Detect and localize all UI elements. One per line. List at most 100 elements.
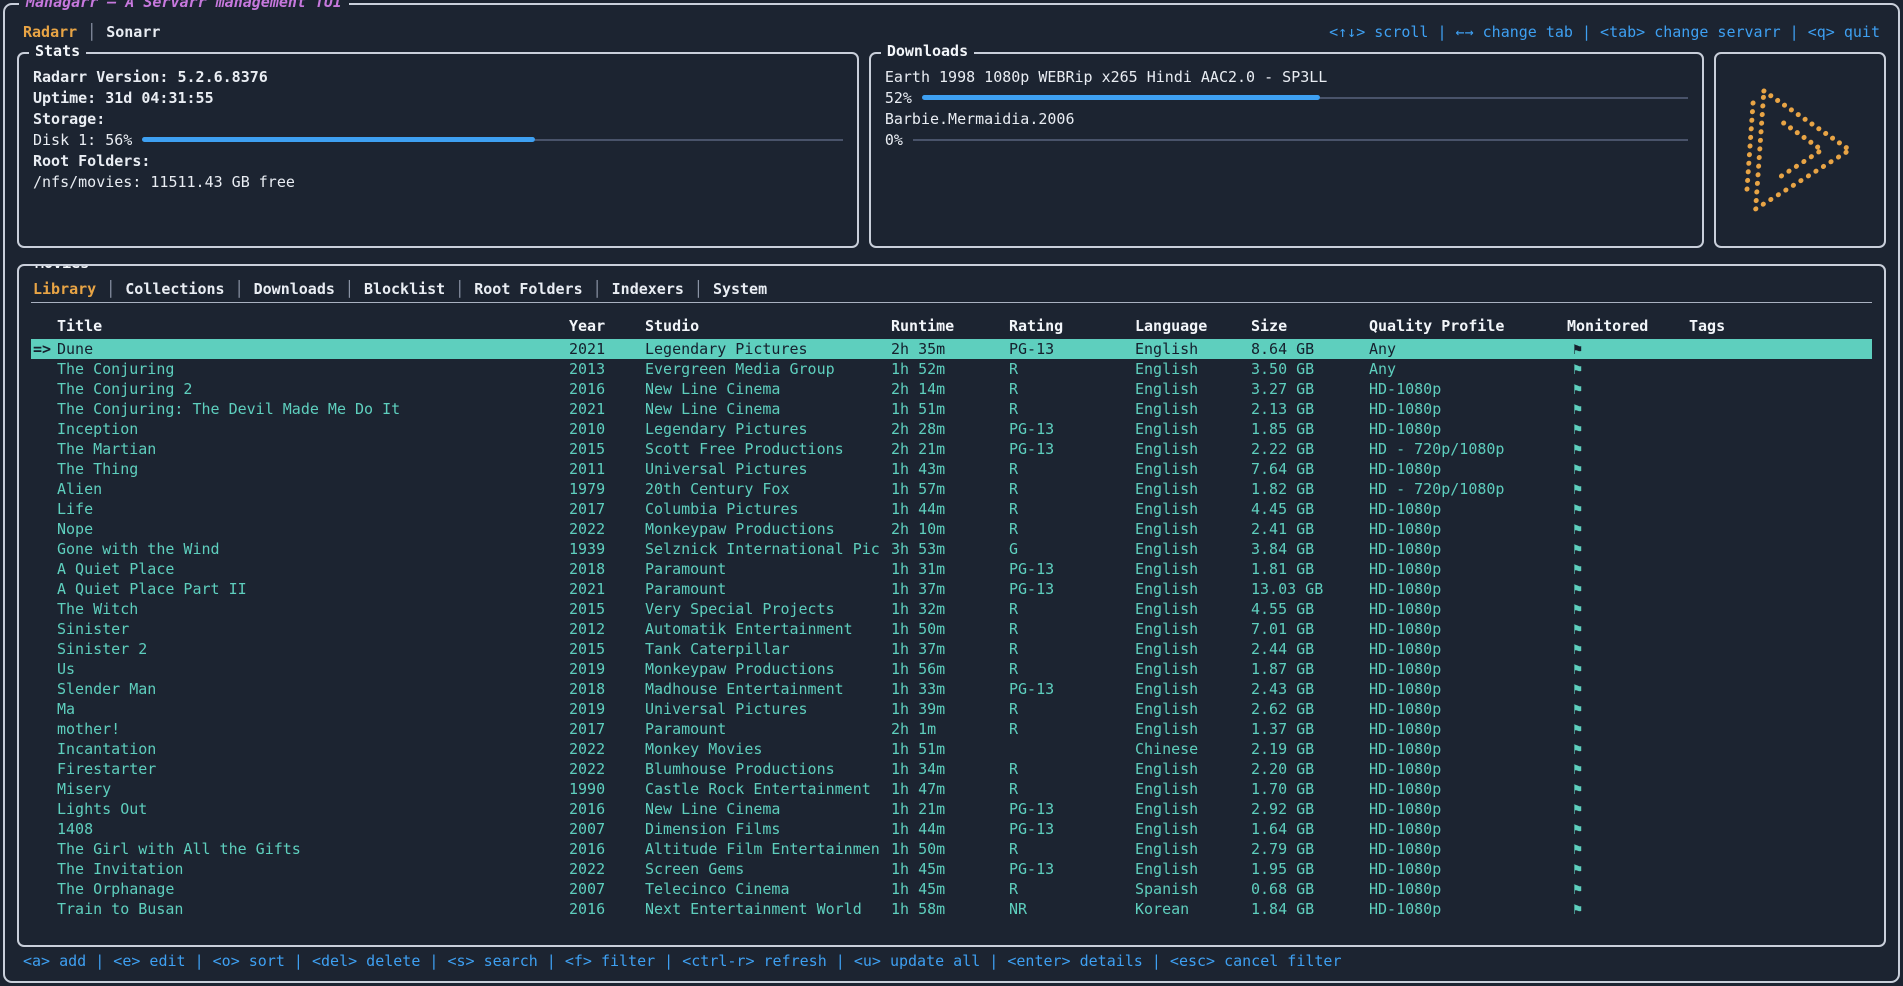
movie-row[interactable]: Lights Out 2016 New Line Cinema 1h 21m P…	[31, 799, 1872, 819]
top-panels: Stats Radarr Version: 5.2.6.8376 Uptime:…	[17, 52, 1886, 248]
movie-size: 2.43 GB	[1251, 680, 1369, 698]
download-progress-gauge	[913, 137, 1688, 142]
movie-language: English	[1135, 360, 1251, 378]
movie-row[interactable]: The Orphanage 2007 Telecinco Cinema 1h 4…	[31, 879, 1872, 899]
movie-runtime: 1h 45m	[891, 880, 1009, 898]
movie-quality-profile: HD - 720p/1080p	[1369, 440, 1567, 458]
movie-studio: Monkeypaw Productions	[645, 520, 891, 538]
movie-row[interactable]: The Girl with All the Gifts 2016 Altitud…	[31, 839, 1872, 859]
column-header-quality-profile: Quality Profile	[1369, 317, 1567, 335]
movie-quality-profile: HD-1080p	[1369, 380, 1567, 398]
movie-language: Chinese	[1135, 740, 1251, 758]
movie-year: 2019	[569, 660, 645, 678]
tab-downloads[interactable]: Downloads	[244, 280, 345, 298]
tab-root-folders[interactable]: Root Folders	[464, 280, 592, 298]
movie-row[interactable]: Slender Man 2018 Madhouse Entertainment …	[31, 679, 1872, 699]
monitored-flag-icon: ⚑	[1567, 720, 1689, 738]
movie-studio: Selznick International Pic	[645, 540, 891, 558]
tab-library[interactable]: Library	[31, 280, 106, 298]
movie-quality-profile: HD-1080p	[1369, 400, 1567, 418]
movie-rating: R	[1009, 480, 1135, 498]
movie-row[interactable]: The Conjuring 2 2016 New Line Cinema 2h …	[31, 379, 1872, 399]
movie-title: Train to Busan	[57, 900, 569, 918]
movie-size: 1.81 GB	[1251, 560, 1369, 578]
movie-row[interactable]: Firestarter 2022 Blumhouse Productions 1…	[31, 759, 1872, 779]
movie-year: 2012	[569, 620, 645, 638]
movie-row[interactable]: The Invitation 2022 Screen Gems 1h 45m P…	[31, 859, 1872, 879]
movie-row[interactable]: A Quiet Place 2018 Paramount 1h 31m PG-1…	[31, 559, 1872, 579]
movie-row[interactable]: Sinister 2012 Automatik Entertainment 1h…	[31, 619, 1872, 639]
monitored-flag-icon: ⚑	[1567, 840, 1689, 858]
movie-title: Slender Man	[57, 680, 569, 698]
movie-language: English	[1135, 780, 1251, 798]
movie-runtime: 1h 45m	[891, 860, 1009, 878]
movie-row[interactable]: Incantation 2022 Monkey Movies 1h 51m Ch…	[31, 739, 1872, 759]
tab-separator: │	[87, 23, 96, 41]
movie-runtime: 1h 31m	[891, 560, 1009, 578]
movie-size: 3.50 GB	[1251, 360, 1369, 378]
movie-rating: R	[1009, 360, 1135, 378]
movie-runtime: 1h 51m	[891, 400, 1009, 418]
uptime: Uptime: 31d 04:31:55	[33, 87, 843, 108]
movie-rating: PG-13	[1009, 680, 1135, 698]
movie-year: 2019	[569, 700, 645, 718]
tab-blocklist[interactable]: Blocklist	[354, 280, 455, 298]
movie-year: 2015	[569, 600, 645, 618]
monitored-flag-icon: ⚑	[1567, 740, 1689, 758]
movie-language: English	[1135, 860, 1251, 878]
movie-row[interactable]: Misery 1990 Castle Rock Entertainment 1h…	[31, 779, 1872, 799]
movie-rating: PG-13	[1009, 420, 1135, 438]
movie-row[interactable]: The Witch 2015 Very Special Projects 1h …	[31, 599, 1872, 619]
movies-tabs: Library│Collections│Downloads│Blocklist│…	[31, 275, 1872, 303]
monitored-flag-icon: ⚑	[1567, 680, 1689, 698]
movie-rating: R	[1009, 400, 1135, 418]
movie-language: English	[1135, 720, 1251, 738]
movie-studio: Evergreen Media Group	[645, 360, 891, 378]
movie-language: English	[1135, 820, 1251, 838]
movie-size: 2.41 GB	[1251, 520, 1369, 538]
movie-row[interactable]: Train to Busan 2016 Next Entertainment W…	[31, 899, 1872, 919]
movie-rating: NR	[1009, 900, 1135, 918]
movie-row[interactable]: The Thing 2011 Universal Pictures 1h 43m…	[31, 459, 1872, 479]
movie-quality-profile: HD-1080p	[1369, 740, 1567, 758]
movie-quality-profile: Any	[1369, 360, 1567, 378]
movie-studio: Tank Caterpillar	[645, 640, 891, 658]
monitored-flag-icon: ⚑	[1567, 540, 1689, 558]
movie-row[interactable]: Life 2017 Columbia Pictures 1h 44m R Eng…	[31, 499, 1872, 519]
movie-runtime: 1h 50m	[891, 620, 1009, 638]
movie-language: English	[1135, 440, 1251, 458]
movie-row[interactable]: Alien 1979 20th Century Fox 1h 57m R Eng…	[31, 479, 1872, 499]
managarr-logo	[1734, 75, 1866, 225]
tab-separator: │	[106, 280, 115, 298]
movie-row[interactable]: Inception 2010 Legendary Pictures 2h 28m…	[31, 419, 1872, 439]
movie-title: Life	[57, 500, 569, 518]
movie-row[interactable]: The Conjuring 2013 Evergreen Media Group…	[31, 359, 1872, 379]
tab-sonarr[interactable]: Sonarr	[96, 23, 170, 41]
movie-row[interactable]: A Quiet Place Part II 2021 Paramount 1h …	[31, 579, 1872, 599]
movie-row[interactable]: 1408 2007 Dimension Films 1h 44m PG-13 E…	[31, 819, 1872, 839]
download-percent-label: 52%	[885, 89, 912, 107]
tab-system[interactable]: System	[703, 280, 777, 298]
movie-rating: R	[1009, 720, 1135, 738]
movie-size: 13.03 GB	[1251, 580, 1369, 598]
movie-row[interactable]: The Conjuring: The Devil Made Me Do It 2…	[31, 399, 1872, 419]
stats-panel-title: Stats	[29, 42, 86, 60]
movie-year: 2017	[569, 500, 645, 518]
movie-runtime: 2h 21m	[891, 440, 1009, 458]
movie-row[interactable]: Gone with the Wind 1939 Selznick Interna…	[31, 539, 1872, 559]
tab-separator: │	[694, 280, 703, 298]
movie-row[interactable]: mother! 2017 Paramount 2h 1m R English 1…	[31, 719, 1872, 739]
monitored-flag-icon: ⚑	[1567, 420, 1689, 438]
radarr-version: Radarr Version: 5.2.6.8376	[33, 66, 843, 87]
movie-row[interactable]: Ma 2019 Universal Pictures 1h 39m R Engl…	[31, 699, 1872, 719]
tab-radarr[interactable]: Radarr	[21, 23, 87, 41]
movie-row[interactable]: Sinister 2 2015 Tank Caterpillar 1h 37m …	[31, 639, 1872, 659]
tab-indexers[interactable]: Indexers	[602, 280, 694, 298]
movie-row[interactable]: => Dune 2021 Legendary Pictures 2h 35m P…	[31, 339, 1872, 359]
movie-row[interactable]: The Martian 2015 Scott Free Productions …	[31, 439, 1872, 459]
movie-row[interactable]: Us 2019 Monkeypaw Productions 1h 56m R E…	[31, 659, 1872, 679]
movie-row[interactable]: Nope 2022 Monkeypaw Productions 2h 10m R…	[31, 519, 1872, 539]
movie-title: Gone with the Wind	[57, 540, 569, 558]
monitored-flag-icon: ⚑	[1567, 860, 1689, 878]
tab-collections[interactable]: Collections	[115, 280, 234, 298]
